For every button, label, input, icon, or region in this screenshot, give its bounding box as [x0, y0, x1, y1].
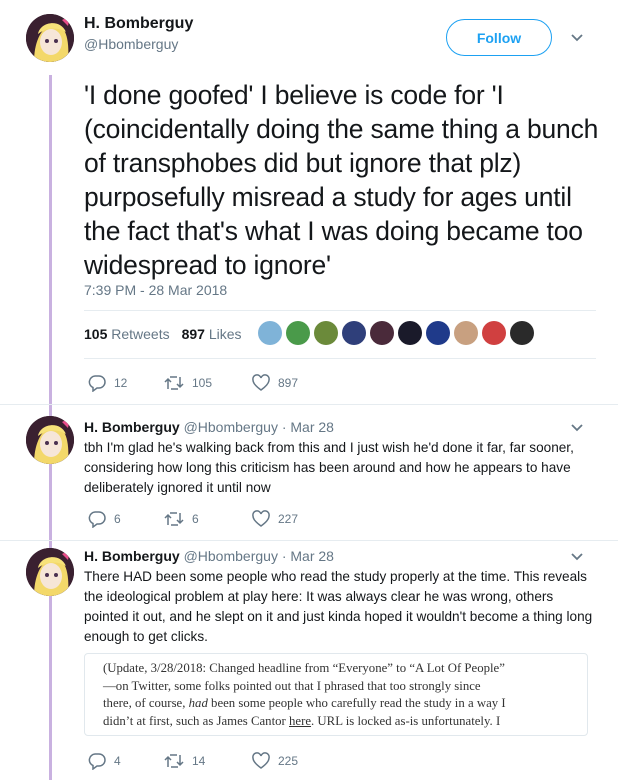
handle[interactable]: @Hbomberguy [84, 35, 193, 53]
reply-header: H. Bomberguy @Hbomberguy · Mar 28 [84, 547, 334, 565]
liker-avatar[interactable] [482, 321, 506, 345]
like-action[interactable]: 225 [252, 752, 298, 770]
reply-icon [88, 753, 106, 770]
tweet-header: H. Bomberguy @Hbomberguy [84, 14, 193, 53]
reply-header: H. Bomberguy @Hbomberguy · Mar 28 [84, 418, 334, 436]
retweet-icon [164, 376, 184, 390]
retweet-count: 6 [192, 512, 199, 526]
quote-link: here [289, 713, 312, 728]
engagement-stats: 105 Retweets 897 Likes [84, 326, 242, 342]
chevron-down-icon[interactable] [570, 33, 584, 43]
reply-meta[interactable]: @Hbomberguy · Mar 28 [184, 419, 334, 435]
avatar[interactable] [26, 548, 74, 596]
divider [84, 310, 596, 311]
liker-avatar[interactable] [370, 321, 394, 345]
liker-avatar[interactable] [258, 321, 282, 345]
retweet-count: 14 [192, 754, 206, 768]
like-action[interactable]: 227 [252, 510, 298, 528]
liker-avatar[interactable] [398, 321, 422, 345]
divider [84, 358, 596, 359]
tweet-actions: 4 14 225 [88, 752, 298, 770]
retweet-count: 105 [192, 376, 213, 390]
chevron-down-icon[interactable] [570, 423, 584, 433]
liker-avatar[interactable] [314, 321, 338, 345]
tweet-actions: 12 105 897 [88, 374, 298, 392]
quoted-image-text[interactable]: (Update, 3/28/2018: Changed headline fro… [84, 653, 588, 736]
liker-avatar[interactable] [454, 321, 478, 345]
liker-avatar[interactable] [426, 321, 450, 345]
liker-avatar[interactable] [342, 321, 366, 345]
likes-stat[interactable]: 897 Likes [182, 326, 242, 342]
quote-emphasis: had [188, 696, 208, 710]
chevron-down-icon[interactable] [570, 552, 584, 562]
reply-meta[interactable]: @Hbomberguy · Mar 28 [184, 548, 334, 564]
tweet-separator [0, 404, 618, 405]
tweet-timestamp[interactable]: 7:39 PM - 28 Mar 2018 [84, 282, 227, 298]
avatar[interactable] [26, 416, 74, 464]
avatar[interactable] [26, 14, 74, 62]
quote-text: there, of course, [103, 696, 189, 710]
retweets-label: Retweets [111, 326, 170, 342]
liker-avatar[interactable] [510, 321, 534, 345]
retweet-action[interactable]: 14 [164, 752, 252, 770]
reply-icon [88, 375, 106, 392]
reply-action[interactable]: 4 [88, 752, 164, 770]
retweet-icon [164, 512, 184, 526]
retweet-action[interactable]: 6 [164, 510, 252, 528]
likes-count: 897 [181, 326, 205, 342]
liker-avatars [258, 321, 534, 345]
tweet-text: 'I done goofed' I believe is code for 'I… [84, 80, 599, 280]
retweet-action[interactable]: 105 [164, 374, 252, 392]
reply-count: 6 [114, 512, 121, 526]
reply-action[interactable]: 12 [88, 374, 164, 392]
like-count: 227 [278, 512, 299, 526]
heart-icon [252, 510, 270, 527]
quote-line: there, of course, had been some people w… [103, 695, 575, 713]
quote-text: . URL is locked as-is unfortunately. I [311, 713, 501, 728]
reply-action[interactable]: 6 [88, 510, 164, 528]
heart-icon [252, 374, 270, 391]
reply-text: There HAD been some people who read the … [84, 569, 593, 644]
tweet-actions: 6 6 227 [88, 510, 298, 528]
follow-button[interactable]: Follow [446, 19, 552, 56]
quote-text: didn’t at first, such as James Cantor [103, 713, 289, 728]
reply-icon [88, 511, 106, 528]
display-name[interactable]: H. Bomberguy [84, 548, 180, 564]
quote-line: —on Twitter, some folks pointed out that… [103, 678, 481, 693]
reply-count: 12 [114, 376, 128, 390]
like-count: 897 [278, 376, 299, 390]
display-name[interactable]: H. Bomberguy [84, 14, 193, 34]
like-count: 225 [278, 754, 299, 768]
liker-avatar[interactable] [286, 321, 310, 345]
reply-count: 4 [114, 754, 121, 768]
retweets-count: 105 [84, 326, 108, 342]
quote-text: been some people who carefully read the … [207, 696, 506, 710]
quote-line: didn’t at first, such as James Cantor he… [103, 713, 575, 731]
retweets-stat[interactable]: 105 Retweets [84, 326, 170, 342]
tweet-separator [0, 540, 618, 541]
retweet-icon [164, 754, 184, 768]
like-action[interactable]: 897 [252, 374, 298, 392]
display-name[interactable]: H. Bomberguy [84, 419, 180, 435]
likes-label: Likes [208, 326, 242, 342]
quote-line: (Update, 3/28/2018: Changed headline fro… [103, 661, 505, 675]
heart-icon [252, 752, 270, 769]
reply-text: tbh I'm glad he's walking back from this… [84, 440, 574, 495]
